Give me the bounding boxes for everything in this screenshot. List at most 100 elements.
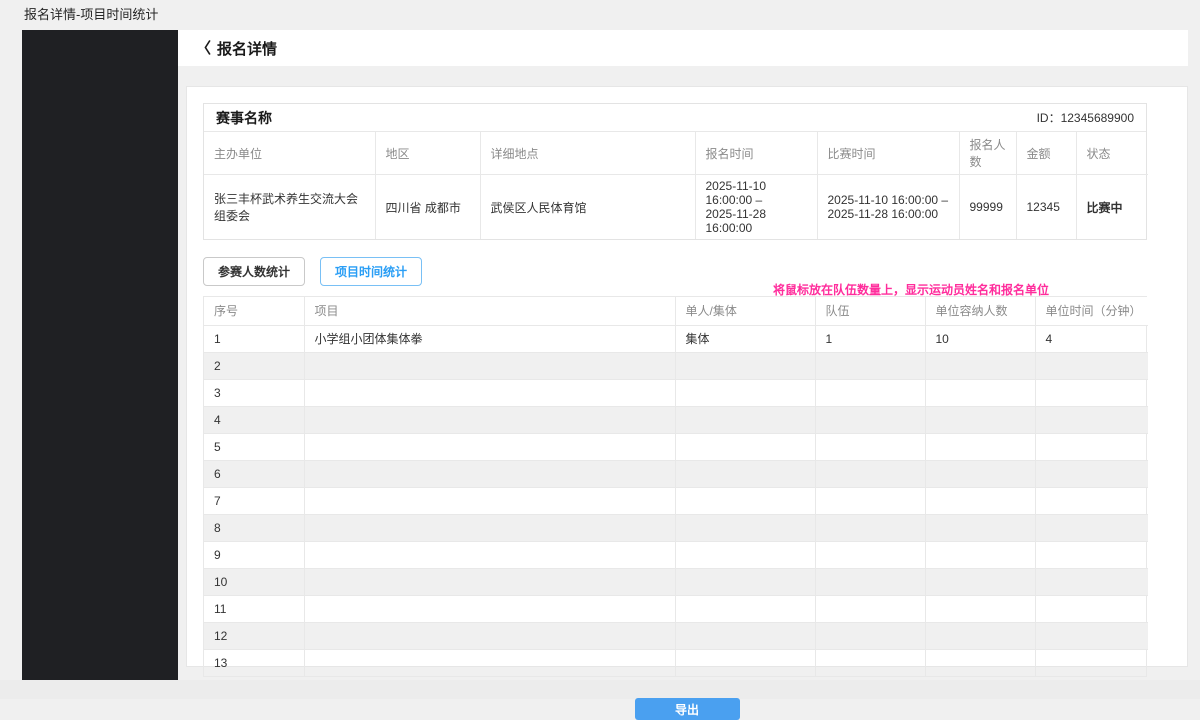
table-cell: 集体 bbox=[675, 325, 815, 352]
table-cell bbox=[675, 460, 815, 487]
table-cell bbox=[304, 649, 675, 676]
bottom-strip bbox=[0, 680, 1200, 699]
hover-hint-annotation: 将鼠标放在队伍数量上，显示运动员姓名和报名单位 bbox=[773, 281, 1049, 298]
event-info-column-header: 详细地点 bbox=[480, 132, 695, 175]
tab-project-time-stats[interactable]: 项目时间统计 bbox=[320, 257, 422, 286]
table-cell bbox=[304, 352, 675, 379]
table-cell bbox=[815, 541, 925, 568]
table-cell bbox=[304, 460, 675, 487]
table-cell bbox=[1035, 514, 1148, 541]
table-cell: 5 bbox=[204, 433, 304, 460]
table-cell: 2 bbox=[204, 352, 304, 379]
event-info-cell: 2025-11-10 16:00:00 – 2025-11-28 16:00:0… bbox=[817, 175, 959, 240]
table-row: 2 bbox=[204, 352, 1148, 379]
event-info-value-row: 张三丰杯武术养生交流大会组委会四川省 成都市武侯区人民体育馆2025-11-10… bbox=[204, 175, 1148, 240]
table-cell bbox=[1035, 379, 1148, 406]
table-cell bbox=[925, 352, 1035, 379]
table-cell bbox=[815, 406, 925, 433]
table-cell bbox=[1035, 487, 1148, 514]
table-cell bbox=[815, 487, 925, 514]
table-cell bbox=[304, 433, 675, 460]
table-cell bbox=[304, 541, 675, 568]
table-cell bbox=[1035, 460, 1148, 487]
event-info-cell: 2025-11-10 16:00:00 – 2025-11-28 16:00:0… bbox=[695, 175, 817, 240]
table-cell bbox=[815, 379, 925, 406]
status-badge: 比赛中 bbox=[1076, 175, 1148, 240]
event-card-header: 赛事名称 ID：12345689900 bbox=[204, 104, 1146, 132]
header-title: 报名详情 bbox=[217, 38, 277, 59]
table-cell: 10 bbox=[925, 325, 1035, 352]
table-cell bbox=[925, 406, 1035, 433]
table-cell bbox=[304, 568, 675, 595]
event-info-cell: 武侯区人民体育馆 bbox=[480, 175, 695, 240]
table-cell bbox=[1035, 541, 1148, 568]
table-cell bbox=[675, 352, 815, 379]
project-time-table-wrap: 序号项目单人/集体队伍单位容纳人数单位时间（分钟） 1小学组小团体集体拳集体11… bbox=[203, 296, 1147, 677]
table-column-header: 单人/集体 bbox=[675, 297, 815, 325]
table-row: 5 bbox=[204, 433, 1148, 460]
table-column-header: 项目 bbox=[304, 297, 675, 325]
sidebar bbox=[22, 30, 178, 680]
table-cell bbox=[675, 649, 815, 676]
table-cell: 9 bbox=[204, 541, 304, 568]
back-chevron-icon: 〈 bbox=[196, 41, 211, 56]
table-cell bbox=[815, 568, 925, 595]
table-cell: 6 bbox=[204, 460, 304, 487]
table-row: 8 bbox=[204, 514, 1148, 541]
event-info-header-row: 主办单位地区详细地点报名时间比赛时间报名人数金额状态 bbox=[204, 132, 1148, 175]
event-info-column-header: 报名时间 bbox=[695, 132, 817, 175]
event-info-column-header: 报名人数 bbox=[959, 132, 1016, 175]
table-cell: 8 bbox=[204, 514, 304, 541]
table-cell bbox=[675, 595, 815, 622]
table-column-header: 序号 bbox=[204, 297, 304, 325]
back-button[interactable]: 〈 报名详情 bbox=[196, 38, 277, 59]
table-cell bbox=[925, 541, 1035, 568]
table-row: 4 bbox=[204, 406, 1148, 433]
table-row: 13 bbox=[204, 649, 1148, 676]
table-cell bbox=[1035, 649, 1148, 676]
event-info-column-header: 比赛时间 bbox=[817, 132, 959, 175]
table-cell bbox=[304, 487, 675, 514]
table-cell bbox=[925, 568, 1035, 595]
table-cell: 12 bbox=[204, 622, 304, 649]
table-cell bbox=[815, 352, 925, 379]
table-row: 1小学组小团体集体拳集体1104 bbox=[204, 325, 1148, 352]
event-id: ID：12345689900 bbox=[1037, 109, 1134, 126]
table-cell: 7 bbox=[204, 487, 304, 514]
table-cell bbox=[304, 379, 675, 406]
table-cell bbox=[304, 595, 675, 622]
table-cell bbox=[304, 622, 675, 649]
table-header-row: 序号项目单人/集体队伍单位容纳人数单位时间（分钟） bbox=[204, 297, 1148, 325]
table-cell bbox=[815, 460, 925, 487]
table-cell bbox=[675, 568, 815, 595]
event-info-column-header: 金额 bbox=[1016, 132, 1076, 175]
tab-participant-count-stats[interactable]: 参赛人数统计 bbox=[203, 257, 305, 286]
table-cell: 11 bbox=[204, 595, 304, 622]
table-cell bbox=[675, 541, 815, 568]
table-row: 7 bbox=[204, 487, 1148, 514]
table-cell bbox=[675, 433, 815, 460]
event-info-column-header: 状态 bbox=[1076, 132, 1148, 175]
table-cell bbox=[925, 487, 1035, 514]
project-time-table: 序号项目单人/集体队伍单位容纳人数单位时间（分钟） 1小学组小团体集体拳集体11… bbox=[204, 297, 1148, 676]
event-id-value: 12345689900 bbox=[1061, 111, 1134, 125]
table-cell: 4 bbox=[1035, 325, 1148, 352]
table-row: 6 bbox=[204, 460, 1148, 487]
table-cell bbox=[675, 487, 815, 514]
table-row: 10 bbox=[204, 568, 1148, 595]
event-info-cell: 99999 bbox=[959, 175, 1016, 240]
team-count-cell[interactable]: 1 bbox=[815, 325, 925, 352]
table-cell bbox=[925, 379, 1035, 406]
table-cell bbox=[815, 595, 925, 622]
event-info-column-header: 主办单位 bbox=[204, 132, 375, 175]
table-cell bbox=[675, 622, 815, 649]
table-cell: 10 bbox=[204, 568, 304, 595]
content-header: 〈 报名详情 bbox=[178, 30, 1188, 66]
table-column-header: 队伍 bbox=[815, 297, 925, 325]
event-card-title: 赛事名称 bbox=[216, 108, 272, 128]
event-info-column-header: 地区 bbox=[375, 132, 480, 175]
export-button[interactable]: 导出 bbox=[635, 698, 740, 720]
table-cell bbox=[675, 406, 815, 433]
table-cell bbox=[925, 622, 1035, 649]
table-cell bbox=[815, 514, 925, 541]
